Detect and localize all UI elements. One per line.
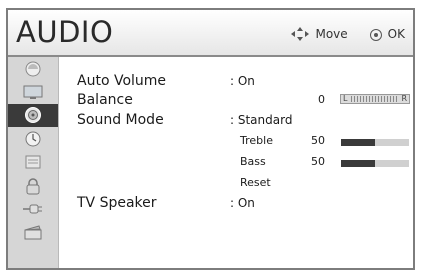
tv-icon <box>23 85 43 100</box>
balance-slider[interactable]: L R <box>340 94 410 104</box>
sidebar-item-tv[interactable] <box>8 80 58 103</box>
menu-header: AUDIO Move OK <box>8 10 413 57</box>
clock-icon <box>25 131 41 147</box>
sidebar-item-input[interactable] <box>8 197 58 220</box>
menu-row-sound-mode[interactable]: Sound Mode : Standard <box>58 110 413 130</box>
menu-row-treble[interactable]: Treble 50 <box>58 131 413 151</box>
tv-speaker-value: : On <box>230 196 255 210</box>
balance-label: Balance <box>77 92 133 108</box>
balance-ticks <box>351 96 399 102</box>
navigation-hints: Move OK <box>291 27 405 41</box>
input-plug-icon <box>23 204 42 214</box>
treble-slider-fill <box>341 139 375 146</box>
page-title: AUDIO <box>16 15 114 49</box>
ok-button-icon <box>369 29 382 41</box>
media-clapper-icon <box>24 225 42 240</box>
menu-row-auto-volume[interactable]: Auto Volume : On <box>58 71 413 91</box>
sidebar-item-picture[interactable] <box>8 57 58 80</box>
balance-right-label: R <box>401 94 407 103</box>
sidebar-item-time[interactable] <box>8 127 58 150</box>
bass-slider-fill <box>341 160 375 167</box>
menu-content: Auto Volume : On Balance 0 L R Sound Mod… <box>58 57 413 268</box>
sound-mode-value: : Standard <box>230 113 293 127</box>
bass-slider[interactable] <box>341 160 409 167</box>
sidebar-item-media[interactable] <box>8 221 58 244</box>
tv-speaker-label: TV Speaker <box>77 195 157 211</box>
sidebar-item-audio[interactable] <box>8 103 58 128</box>
move-arrows-icon <box>291 27 310 41</box>
sidebar-item-option[interactable] <box>8 151 58 174</box>
treble-value: 50 <box>311 134 325 147</box>
sidebar-item-lock[interactable] <box>8 174 58 197</box>
move-label: Move <box>315 27 348 41</box>
ok-label: OK <box>387 27 405 41</box>
bass-value: 50 <box>311 155 325 168</box>
menu-row-tv-speaker[interactable]: TV Speaker : On <box>58 193 413 213</box>
reset-label: Reset <box>240 176 271 189</box>
picture-icon <box>25 61 41 77</box>
category-sidebar <box>8 57 59 268</box>
sound-mode-label: Sound Mode <box>77 112 164 128</box>
treble-slider[interactable] <box>341 139 409 146</box>
bass-label: Bass <box>240 155 266 168</box>
menu-row-balance[interactable]: Balance 0 L R <box>58 90 413 110</box>
balance-value: 0 <box>318 93 325 106</box>
lock-icon <box>26 177 40 195</box>
auto-volume-value: : On <box>230 74 255 88</box>
menu-row-bass[interactable]: Bass 50 <box>58 152 413 172</box>
balance-left-label: L <box>343 94 348 103</box>
menu-row-reset[interactable]: Reset <box>58 173 413 193</box>
option-icon <box>25 155 41 169</box>
audio-menu-window: AUDIO Move OK Auto Volume: On Balance 0… <box>6 8 415 270</box>
auto-volume-label: Auto Volume <box>77 73 167 89</box>
audio-icon <box>25 107 41 124</box>
treble-label: Treble <box>240 134 273 147</box>
